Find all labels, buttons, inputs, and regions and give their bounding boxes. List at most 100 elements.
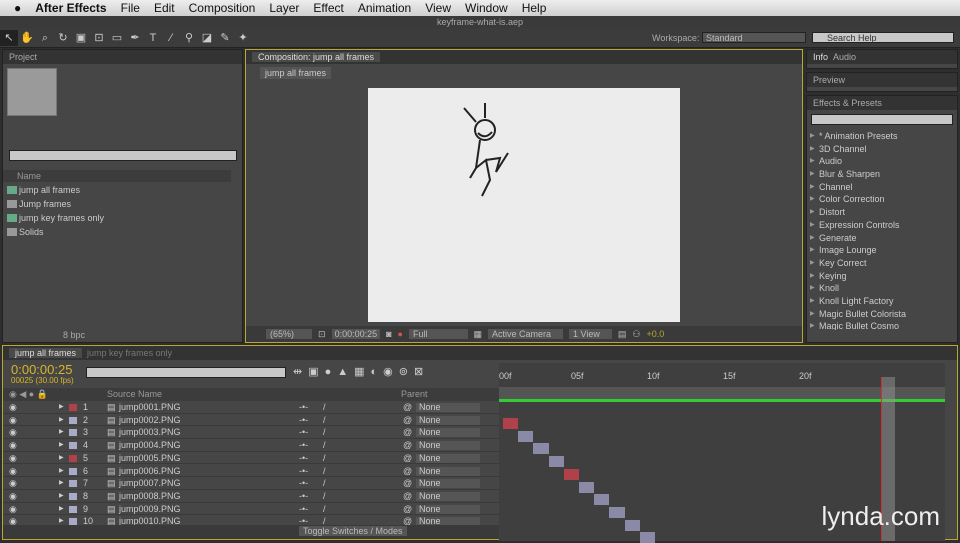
label-color[interactable] — [69, 467, 77, 475]
label-color[interactable] — [69, 442, 77, 450]
tab-info[interactable]: Info — [813, 52, 828, 62]
effect-category[interactable]: Keying — [807, 270, 947, 283]
effects-search-input[interactable] — [811, 114, 953, 125]
parent-pickwhip-icon[interactable]: @ — [403, 503, 412, 516]
effect-category[interactable]: 3D Channel — [807, 143, 947, 156]
layer-duration-bar[interactable] — [624, 519, 640, 531]
resolution-select[interactable]: Full — [408, 329, 468, 339]
layer-row[interactable]: ◉ ▶ 4 ▤ jump0004.PNG -•- / @ None — [3, 439, 500, 452]
rectangle-tool-icon[interactable]: ▭ — [108, 30, 126, 46]
layer-name[interactable]: jump0009.PNG — [119, 503, 181, 516]
effect-category[interactable]: Color Correction — [807, 193, 947, 206]
menu-layer[interactable]: Layer — [269, 1, 299, 15]
parent-select[interactable]: None — [416, 428, 480, 438]
tab-effects-presets[interactable]: Effects & Presets — [807, 96, 957, 110]
layer-row[interactable]: ◉ ▶ 8 ▤ jump0008.PNG -•- / @ None — [3, 490, 500, 503]
project-search-input[interactable] — [9, 150, 237, 161]
layer-duration-bar[interactable] — [548, 456, 564, 468]
layer-row[interactable]: ◉ ▶ 5 ▤ jump0005.PNG -•- / @ None — [3, 452, 500, 465]
layer-row[interactable]: ◉ ▶ 3 ▤ jump0003.PNG -•- / @ None — [3, 426, 500, 440]
shy-switch-icon[interactable]: -•- — [299, 515, 308, 525]
eye-icon[interactable]: ◉ — [9, 503, 17, 516]
expand-arrow-icon[interactable]: ▶ — [59, 439, 64, 452]
expand-arrow-icon[interactable]: ▶ — [59, 515, 64, 525]
roto-brush-tool-icon[interactable]: ✎ — [216, 30, 234, 46]
quality-switch-icon[interactable]: / — [323, 426, 326, 439]
shy-switch-icon[interactable]: -•- — [299, 477, 308, 490]
column-name[interactable]: Name — [3, 170, 231, 182]
eye-icon[interactable]: ◉ — [9, 515, 17, 525]
label-color[interactable] — [69, 480, 77, 488]
project-item[interactable]: jump all frames — [3, 183, 231, 197]
parent-select[interactable]: None — [416, 517, 480, 525]
eye-icon[interactable]: ◉ — [9, 401, 17, 414]
label-color[interactable] — [69, 404, 77, 411]
expand-arrow-icon[interactable]: ▶ — [59, 477, 64, 490]
shy-switch-icon[interactable]: -•- — [299, 465, 308, 478]
shy-switch-icon[interactable]: -•- — [299, 452, 308, 465]
layer-duration-bar[interactable] — [533, 443, 549, 455]
shy-switch-icon[interactable]: -•- — [299, 414, 308, 427]
workspace-select[interactable]: Standard — [702, 32, 806, 43]
layer-duration-bar[interactable] — [518, 430, 534, 442]
eye-icon[interactable]: ◉ — [9, 414, 17, 427]
eye-icon[interactable]: ◉ — [9, 465, 17, 478]
layer-name[interactable]: jump0002.PNG — [119, 414, 181, 427]
eye-icon[interactable]: ◉ — [9, 439, 17, 452]
camera-select[interactable]: Active Camera — [488, 329, 564, 339]
tab-jump-key-frames-only[interactable]: jump key frames only — [87, 348, 172, 358]
expand-arrow-icon[interactable]: ▶ — [59, 401, 64, 414]
app-menu[interactable]: After Effects — [35, 1, 106, 15]
quality-switch-icon[interactable]: / — [323, 490, 326, 503]
parent-pickwhip-icon[interactable]: @ — [403, 439, 412, 452]
fast-preview-icon[interactable]: ▤ — [618, 329, 627, 340]
layer-duration-bar[interactable] — [579, 481, 595, 493]
clone-tool-icon[interactable]: ⚲ — [180, 30, 198, 46]
label-color[interactable] — [69, 429, 77, 437]
menu-view[interactable]: View — [425, 1, 451, 15]
effect-category[interactable]: * Animation Presets — [807, 130, 947, 143]
shy-switch-icon[interactable]: -•- — [299, 503, 308, 516]
tab-jump-all-frames[interactable]: jump all frames — [9, 348, 83, 358]
timeline-search-input[interactable] — [86, 367, 286, 378]
expand-arrow-icon[interactable]: ▶ — [59, 503, 64, 516]
quality-switch-icon[interactable]: / — [323, 515, 326, 525]
quality-switch-icon[interactable]: / — [323, 477, 326, 490]
layer-row[interactable]: ◉ ▶ 7 ▤ jump0007.PNG -•- / @ None — [3, 477, 500, 490]
transparency-grid-icon[interactable]: ▦ — [474, 329, 483, 340]
label-color[interactable] — [69, 416, 77, 424]
parent-select[interactable]: None — [416, 504, 480, 514]
column-source-name[interactable]: Source Name — [107, 388, 162, 401]
quality-switch-icon[interactable]: / — [323, 465, 326, 478]
parent-pickwhip-icon[interactable]: @ — [403, 477, 412, 490]
layer-row[interactable]: ◉ ▶ 2 ▤ jump0002.PNG -•- / @ None — [3, 414, 500, 427]
zoom-tool-icon[interactable]: ⌕ — [36, 30, 54, 46]
rotate-tool-icon[interactable]: ↻ — [54, 30, 72, 46]
project-item[interactable]: Jump frames — [3, 197, 231, 211]
label-color[interactable] — [69, 505, 77, 513]
layer-row[interactable]: ◉ ▶ 10 ▤ jump0010.PNG -•- / @ None — [3, 515, 500, 525]
parent-pickwhip-icon[interactable]: @ — [403, 426, 412, 439]
layer-name[interactable]: jump0010.PNG — [119, 515, 181, 525]
effect-category[interactable]: Key Correct — [807, 257, 947, 270]
parent-select[interactable]: None — [416, 491, 480, 501]
eye-icon[interactable]: ◉ — [9, 452, 17, 465]
expand-arrow-icon[interactable]: ▶ — [59, 426, 64, 439]
menu-file[interactable]: File — [121, 1, 140, 15]
menu-edit[interactable]: Edit — [154, 1, 175, 15]
text-tool-icon[interactable]: T — [144, 30, 162, 46]
parent-select[interactable]: None — [416, 453, 480, 463]
puppet-tool-icon[interactable]: ✦ — [234, 30, 252, 46]
tab-composition[interactable]: Composition: jump all frames — [252, 52, 381, 62]
brush-tool-icon[interactable]: ∕ — [162, 30, 180, 46]
layer-duration-bar[interactable] — [503, 418, 519, 429]
layer-name[interactable]: jump0007.PNG — [119, 477, 181, 490]
composition-canvas[interactable] — [368, 88, 680, 322]
parent-select[interactable]: None — [416, 441, 480, 451]
expand-arrow-icon[interactable]: ▶ — [59, 465, 64, 478]
toggle-switches-modes-button[interactable]: Toggle Switches / Modes — [299, 526, 407, 536]
snapshot-icon[interactable]: ◙ — [386, 329, 391, 339]
parent-pickwhip-icon[interactable]: @ — [403, 452, 412, 465]
parent-pickwhip-icon[interactable]: @ — [403, 465, 412, 478]
effect-category[interactable]: Audio — [807, 155, 947, 168]
